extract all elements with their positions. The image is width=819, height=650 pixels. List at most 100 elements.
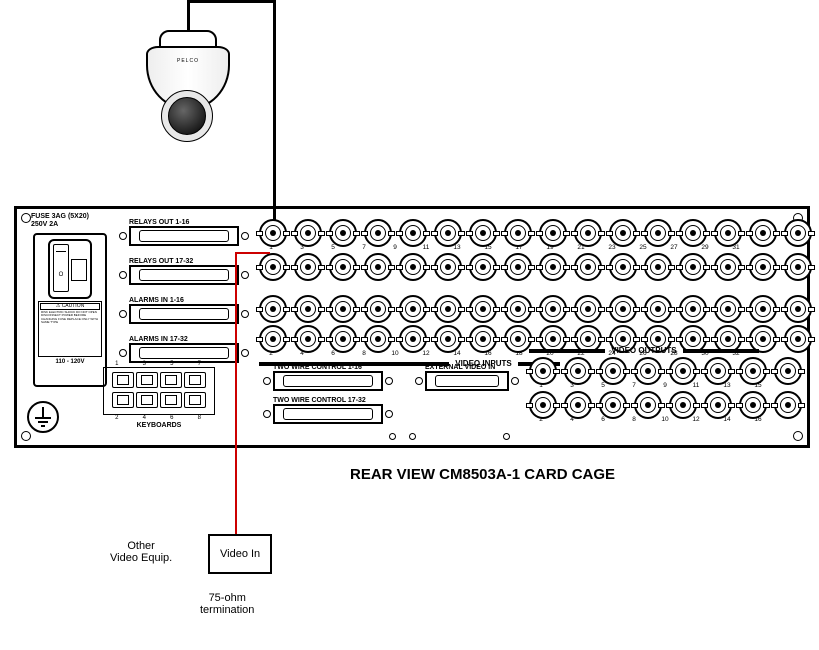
bnc-connector[interactable] xyxy=(739,391,767,419)
red-cable xyxy=(237,252,270,254)
bnc-connector[interactable] xyxy=(704,391,732,419)
bnc-connector[interactable] xyxy=(634,357,662,385)
bnc-connector[interactable] xyxy=(434,219,462,247)
db-port[interactable] xyxy=(129,265,239,285)
bnc-connector[interactable] xyxy=(714,295,742,323)
db-port[interactable] xyxy=(129,226,239,246)
video-outputs-group: VIDEO OUTPUTS 13579111315 246810121416 xyxy=(529,346,802,423)
power-module: O ⚠ CAUTION RISK ELECTRIC SHOCK DO NOT O… xyxy=(33,233,107,387)
bnc-connector[interactable] xyxy=(504,253,532,281)
db-port[interactable] xyxy=(425,371,509,391)
bnc-connector[interactable] xyxy=(679,219,707,247)
bnc-connector[interactable] xyxy=(539,295,567,323)
bnc-connector[interactable] xyxy=(329,325,357,353)
termination-label: 75-ohm termination xyxy=(200,592,254,616)
bnc-connector[interactable] xyxy=(749,219,777,247)
bnc-connector[interactable] xyxy=(609,253,637,281)
rj45-port[interactable] xyxy=(136,392,158,408)
ground-icon xyxy=(27,401,59,433)
bnc-connector[interactable] xyxy=(679,253,707,281)
bnc-connector[interactable] xyxy=(294,219,322,247)
main-title: REAR VIEW CM8503A-1 CARD CAGE xyxy=(350,466,615,483)
bnc-connector[interactable] xyxy=(364,325,392,353)
bnc-connector[interactable] xyxy=(634,391,662,419)
bnc-connector[interactable] xyxy=(749,253,777,281)
bnc-connector[interactable] xyxy=(364,295,392,323)
bnc-connector[interactable] xyxy=(749,295,777,323)
bnc-connector[interactable] xyxy=(679,295,707,323)
bnc-connector[interactable] xyxy=(504,295,532,323)
external-video-in: EXTERNAL VIDEO IN xyxy=(425,364,509,391)
bnc-connector[interactable] xyxy=(434,325,462,353)
bnc-connector[interactable] xyxy=(399,295,427,323)
bnc-connector[interactable] xyxy=(329,253,357,281)
bnc-connector[interactable] xyxy=(574,295,602,323)
bnc-connector[interactable] xyxy=(259,325,287,353)
power-switch[interactable]: O xyxy=(53,244,69,292)
db-port[interactable] xyxy=(273,371,383,391)
bnc-connector[interactable] xyxy=(774,391,802,419)
db-port[interactable] xyxy=(273,404,383,424)
bnc-connector[interactable] xyxy=(469,325,497,353)
bnc-connector[interactable] xyxy=(504,219,532,247)
camera-lens xyxy=(168,97,206,135)
bnc-connector[interactable] xyxy=(469,295,497,323)
bnc-connector[interactable] xyxy=(434,253,462,281)
bnc-connector[interactable] xyxy=(329,219,357,247)
bnc-connector[interactable] xyxy=(469,219,497,247)
bnc-connector[interactable] xyxy=(529,391,557,419)
bnc-connector[interactable] xyxy=(774,357,802,385)
bnc-connector[interactable] xyxy=(294,295,322,323)
bnc-connector[interactable] xyxy=(784,253,812,281)
bnc-connector[interactable] xyxy=(784,295,812,323)
bnc-connector[interactable] xyxy=(259,253,287,281)
bnc-connector[interactable] xyxy=(399,253,427,281)
bnc-connector[interactable] xyxy=(329,295,357,323)
bnc-connector[interactable] xyxy=(539,253,567,281)
bnc-connector[interactable] xyxy=(669,357,697,385)
rj45-port[interactable] xyxy=(136,372,158,388)
bnc-connector[interactable] xyxy=(599,357,627,385)
other-equip-label: Other Video Equip. xyxy=(110,540,172,564)
bnc-connector[interactable] xyxy=(704,357,732,385)
bnc-connector[interactable] xyxy=(644,253,672,281)
bnc-connector[interactable] xyxy=(574,253,602,281)
bnc-connector[interactable] xyxy=(529,357,557,385)
warning-sticker: ⚠ CAUTION RISK ELECTRIC SHOCK DO NOT OPE… xyxy=(38,301,102,357)
rj45-port[interactable] xyxy=(160,372,182,388)
bnc-connector[interactable] xyxy=(574,219,602,247)
bnc-connector[interactable] xyxy=(714,253,742,281)
bnc-connector[interactable] xyxy=(294,253,322,281)
bnc-connector[interactable] xyxy=(564,391,592,419)
bnc-connector[interactable] xyxy=(669,391,697,419)
bnc-connector[interactable] xyxy=(399,325,427,353)
db-port[interactable] xyxy=(129,304,239,324)
bnc-connector[interactable] xyxy=(294,325,322,353)
rj45-port[interactable] xyxy=(184,392,206,408)
bnc-connector[interactable] xyxy=(259,295,287,323)
bnc-connector[interactable] xyxy=(364,219,392,247)
bnc-connector[interactable] xyxy=(609,295,637,323)
power-inlet: O xyxy=(48,239,92,299)
bnc-connector[interactable] xyxy=(564,357,592,385)
rj45-port[interactable] xyxy=(112,392,134,408)
bnc-connector[interactable] xyxy=(504,325,532,353)
bnc-connector[interactable] xyxy=(784,219,812,247)
rj45-port[interactable] xyxy=(112,372,134,388)
bnc-connector[interactable] xyxy=(644,219,672,247)
bnc-connector[interactable] xyxy=(399,219,427,247)
bnc-connector[interactable] xyxy=(739,357,767,385)
bnc-connector[interactable] xyxy=(599,391,627,419)
db-port[interactable] xyxy=(129,343,239,363)
rj45-port[interactable] xyxy=(160,392,182,408)
bnc-connector[interactable] xyxy=(469,253,497,281)
camera-cable-h xyxy=(187,0,275,3)
bnc-connector[interactable] xyxy=(609,219,637,247)
bnc-connector[interactable] xyxy=(364,253,392,281)
bnc-connector[interactable] xyxy=(714,219,742,247)
bnc-connector[interactable] xyxy=(259,219,287,247)
bnc-connector[interactable] xyxy=(644,295,672,323)
rj45-port[interactable] xyxy=(184,372,206,388)
bnc-connector[interactable] xyxy=(539,219,567,247)
bnc-connector[interactable] xyxy=(434,295,462,323)
